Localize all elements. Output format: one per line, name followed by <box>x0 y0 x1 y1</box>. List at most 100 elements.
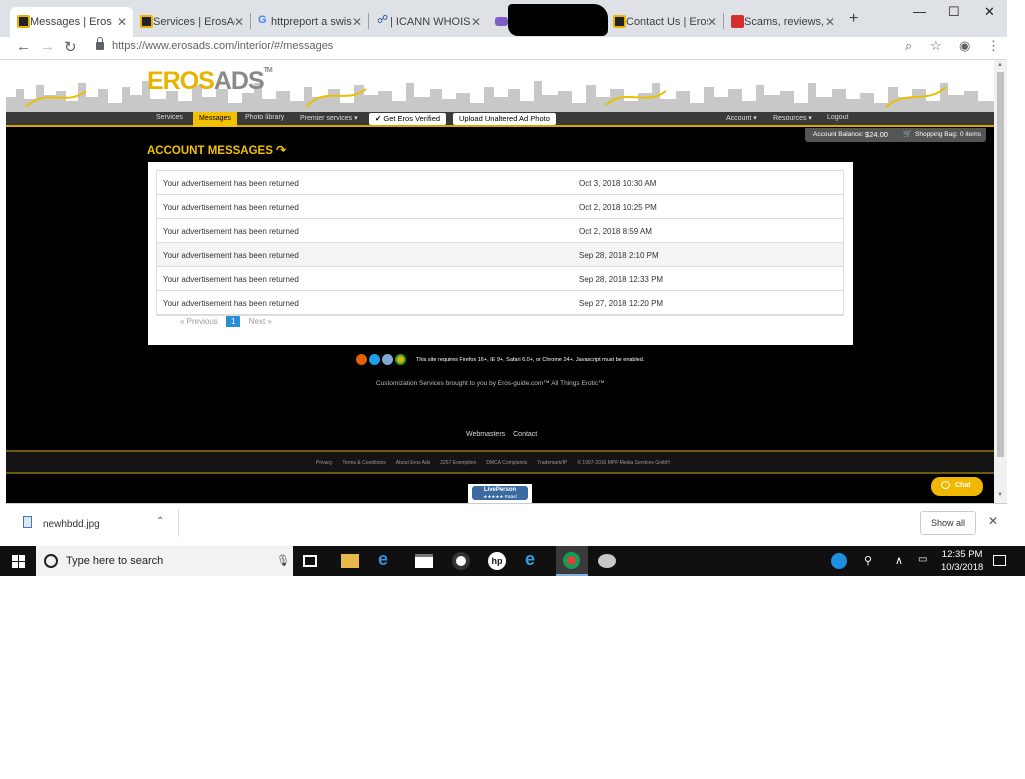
footer-link[interactable]: Privacy <box>316 460 332 466</box>
forward-arrow-icon[interactable]: → <box>40 38 55 55</box>
page-number-1[interactable]: 1 <box>226 316 241 327</box>
tab-services[interactable]: Services | ErosAd ✕ <box>133 7 250 37</box>
chrome-taskbar-active[interactable] <box>556 546 588 576</box>
scroll-down-icon[interactable]: ▼ <box>997 492 1003 498</box>
image-file-icon <box>23 516 32 528</box>
internet-explorer-icon[interactable]: e <box>525 549 543 569</box>
windows-start-icon[interactable] <box>12 555 25 568</box>
edge-icon[interactable]: e <box>378 549 396 569</box>
scroll-up-icon[interactable]: ▲ <box>997 62 1003 68</box>
shopping-bag-icon[interactable]: 🛒 <box>903 130 912 138</box>
tab-close-icon[interactable]: ✕ <box>471 15 481 29</box>
footer-link[interactable]: Terms & Conditions <box>342 460 385 466</box>
task-view-icon[interactable] <box>303 555 317 567</box>
clock-date: 10/3/2018 <box>941 562 984 573</box>
message-subject[interactable]: Your advertisement has been returned <box>163 203 299 212</box>
liveperson-rating: ★★★★★ Rated <box>483 494 517 499</box>
footer-link[interactable]: 2257 Exemption <box>440 460 476 466</box>
profile-avatar-icon[interactable]: ◉ <box>959 38 970 54</box>
message-subject[interactable]: Your advertisement has been returned <box>163 299 299 308</box>
erosads-logo[interactable]: EROSADSTM <box>147 67 273 96</box>
tab-title: Contact Us | Eros <box>626 16 708 28</box>
lock-icon[interactable] <box>96 37 104 50</box>
file-explorer-icon[interactable] <box>341 554 359 568</box>
network-icon[interactable]: ▭ <box>918 554 927 565</box>
chevron-up-icon[interactable]: ⌃ <box>156 516 164 527</box>
scroll-thumb[interactable] <box>997 72 1004 457</box>
camera-app-icon[interactable] <box>452 552 470 570</box>
store-icon[interactable] <box>415 554 433 568</box>
message-subject[interactable]: Your advertisement has been returned <box>163 251 299 260</box>
shopping-bag-count[interactable]: 0 items <box>960 131 981 138</box>
nav-photo-library[interactable]: Photo library <box>245 114 284 121</box>
scam-site-icon <box>731 15 744 28</box>
shopping-bag-label[interactable]: Shopping Bag: <box>915 131 958 138</box>
next-link[interactable]: Next » <box>249 317 272 326</box>
new-tab-plus-icon[interactable]: + <box>849 10 858 28</box>
chrome-icon <box>395 354 406 365</box>
reload-icon[interactable]: ↻ <box>64 38 77 56</box>
minimize-icon[interactable]: — <box>913 4 926 19</box>
contact-link[interactable]: Contact <box>513 431 537 438</box>
message-row[interactable]: Your advertisement has been returned Oct … <box>157 171 843 195</box>
snipping-tool-icon[interactable] <box>598 554 616 568</box>
nav-account[interactable]: Account ▾ <box>726 114 757 122</box>
taskbar-clock[interactable]: 12:35 PM 10/3/2018 <box>941 548 983 574</box>
footer-link[interactable]: DMCA Complaints <box>486 460 527 466</box>
notifications-icon[interactable] <box>993 555 1006 566</box>
people-icon[interactable]: ⚲ <box>864 554 872 567</box>
hp-icon[interactable]: hp <box>488 552 506 570</box>
chat-button[interactable]: Chat <box>931 477 983 496</box>
back-arrow-icon[interactable]: ← <box>16 38 31 55</box>
message-row[interactable]: Your advertisement has been returned Oct … <box>157 219 843 243</box>
erosads-favicon-icon <box>140 15 153 28</box>
footer-link[interactable]: Trademark/IP <box>537 460 567 466</box>
bookmark-star-icon[interactable]: ☆ <box>930 38 942 54</box>
nav-resources[interactable]: Resources ▾ <box>773 114 812 122</box>
tab-contact-us[interactable]: Contact Us | Eros ✕ <box>606 7 723 37</box>
nav-premier-services[interactable]: Premier services ▾ <box>300 114 358 122</box>
previous-link[interactable]: « Previous <box>180 317 218 326</box>
close-download-shelf-icon[interactable]: ✕ <box>988 514 998 528</box>
address-bar[interactable]: https://www.erosads.com/interior/#/messa… <box>112 40 333 52</box>
download-filename[interactable]: newhbdd.jpg <box>43 519 100 530</box>
show-all-button[interactable]: Show all <box>920 511 976 535</box>
close-window-icon[interactable]: ✕ <box>984 4 995 20</box>
upload-unaltered-photo-button[interactable]: Upload Unaltered Ad Photo <box>453 113 556 125</box>
chat-label: Chat <box>955 482 971 489</box>
message-row[interactable]: Your advertisement has been returned Oct … <box>157 195 843 219</box>
message-row[interactable]: Your advertisement has been returned Sep … <box>157 267 843 291</box>
tab-icann-whois[interactable]: ☍ | ICANN WHOIS ✕ <box>370 7 487 37</box>
menu-kebab-icon[interactable]: ⋮ <box>987 38 1000 54</box>
microphone-icon[interactable]: 🎙 <box>276 554 290 567</box>
tab-close-icon[interactable]: ✕ <box>707 15 717 29</box>
message-subject[interactable]: Your advertisement has been returned <box>163 227 299 236</box>
tab-scams-reviews[interactable]: Scams, reviews, c ✕ <box>724 7 841 37</box>
zoom-icon[interactable]: ⌕ <box>905 38 912 54</box>
tab-close-icon[interactable]: ✕ <box>117 15 127 29</box>
tab-messages[interactable]: Messages | ErosA ✕ <box>10 7 133 37</box>
message-row[interactable]: Your advertisement has been returned Sep … <box>157 243 843 267</box>
webmasters-link[interactable]: Webmasters <box>466 431 505 438</box>
message-subject[interactable]: Your advertisement has been returned <box>163 275 299 284</box>
message-row[interactable]: Your advertisement has been returned Sep … <box>157 291 843 315</box>
tab-close-icon[interactable]: ✕ <box>825 15 835 29</box>
nav-messages[interactable]: Messages <box>193 112 237 127</box>
footer-link[interactable]: About Eros Ads <box>396 460 430 466</box>
erosads-favicon-icon <box>17 15 30 28</box>
help-icon[interactable] <box>831 553 847 569</box>
browser-window: Messages | ErosA ✕ Services | ErosAd ✕ G… <box>0 0 1007 542</box>
nav-services[interactable]: Services <box>156 114 183 121</box>
tray-chevron-up-icon[interactable]: ∧ <box>895 554 903 567</box>
nav-logout[interactable]: Logout <box>827 114 848 121</box>
message-subject[interactable]: Your advertisement has been returned <box>163 179 299 188</box>
maximize-icon[interactable]: ☐ <box>948 4 960 20</box>
liveperson-badge[interactable]: LivePerson ★★★★★ Rated <box>468 484 532 503</box>
tab-httpreport[interactable]: G httpreport a swis ✕ <box>251 7 368 37</box>
page-scrollbar[interactable]: ▲ ▼ <box>994 60 1007 503</box>
tab-close-icon[interactable]: ✕ <box>234 15 244 29</box>
browser-requirements: This site requires Firefox 16+, IE 9+, S… <box>416 357 645 363</box>
taskbar-search-box[interactable]: Type here to search 🎙 <box>36 546 293 576</box>
tab-close-icon[interactable]: ✕ <box>352 15 362 29</box>
get-verified-button[interactable]: ✔ Get Eros Verified <box>369 113 447 125</box>
